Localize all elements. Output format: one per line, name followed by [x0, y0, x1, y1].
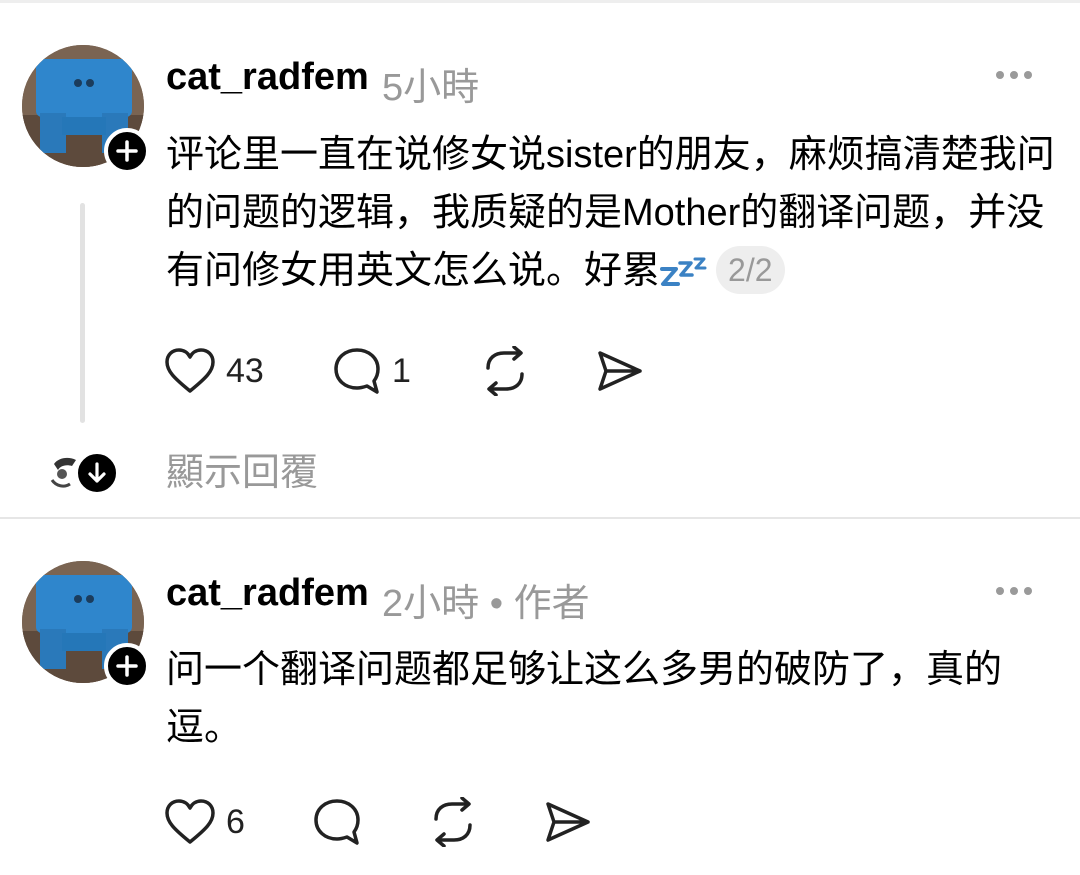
comment-text: 问一个翻译问题都足够让这么多男的破防了，真的逗。: [166, 649, 1003, 749]
page-indicator: 2/2: [716, 246, 785, 294]
reply-button[interactable]: [312, 797, 362, 847]
author-label: 作者: [513, 583, 590, 625]
repost-icon: [434, 797, 472, 847]
plus-icon: [116, 655, 138, 677]
show-replies-row[interactable]: [44, 448, 124, 498]
show-replies-link[interactable]: 顯示回覆: [166, 448, 318, 498]
comment-bubble-icon: [314, 799, 360, 845]
thread-line: [80, 203, 85, 423]
heart-icon: [165, 348, 215, 393]
reply-button[interactable]: 1: [332, 346, 411, 396]
repost-button[interactable]: [480, 346, 530, 396]
comment-divider: [0, 517, 1080, 519]
more-options-button[interactable]: [990, 576, 1038, 606]
heart-icon: [165, 799, 215, 844]
replies-indicator: [74, 450, 120, 496]
follow-button[interactable]: [104, 643, 150, 689]
share-button[interactable]: [544, 797, 592, 847]
timestamp-value: 2小時: [382, 583, 480, 625]
follow-button[interactable]: [104, 128, 150, 174]
more-options-button[interactable]: [990, 60, 1038, 90]
repost-button[interactable]: [428, 797, 478, 847]
comment-body: 评论里一直在说修女说sister的朋友，麻烦搞清楚我问的问题的逻辑，我质疑的是M…: [166, 134, 1055, 292]
more-dots-icon: [996, 587, 1032, 595]
share-button[interactable]: [596, 346, 644, 396]
timestamp: 5小時: [382, 67, 480, 109]
like-count: 43: [226, 351, 264, 390]
send-icon: [598, 351, 642, 391]
comment-bubble-icon: [334, 348, 380, 394]
username[interactable]: cat_radfem: [166, 572, 369, 615]
reply-count: 1: [392, 351, 411, 390]
username[interactable]: cat_radfem: [166, 56, 369, 99]
more-dots-icon: [996, 71, 1032, 79]
like-button[interactable]: 43: [164, 346, 264, 396]
comment-text: 评论里一直在说修女说sister的朋友，麻烦搞清楚我问的问题的逻辑，我质疑的是M…: [166, 126, 1056, 300]
timestamp: 2小時 • 作者: [382, 572, 590, 627]
reply-avatars: [44, 450, 124, 496]
repost-icon: [486, 346, 524, 396]
send-icon: [546, 802, 590, 842]
meta-separator: •: [489, 583, 504, 625]
plus-icon: [116, 140, 138, 162]
top-divider: [0, 0, 1080, 3]
like-button[interactable]: 6: [164, 797, 245, 847]
like-count: 6: [226, 802, 245, 841]
arrow-down-icon: [88, 462, 106, 483]
zzz-sleep-icon: [660, 246, 710, 286]
